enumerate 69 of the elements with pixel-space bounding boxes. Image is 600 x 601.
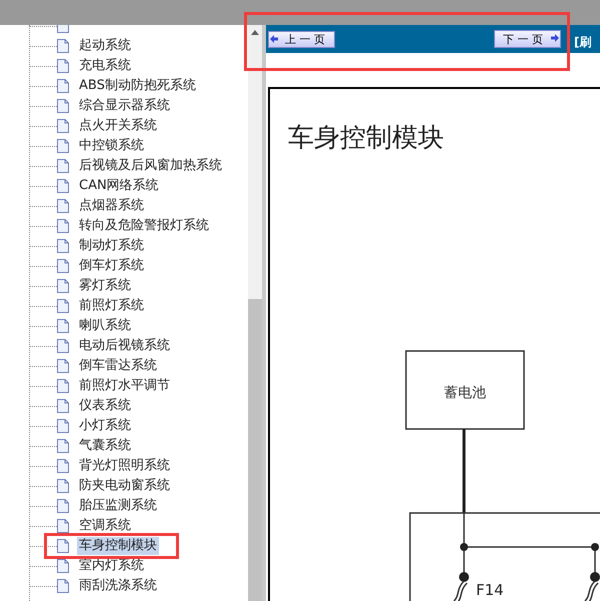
document-icon [57, 259, 69, 273]
tree-item[interactable]: CAN网络系统 [77, 177, 161, 195]
tree-item[interactable]: 后视镜及后风窗加热系统 [77, 157, 224, 175]
tree-item[interactable]: 前照灯系统 [77, 297, 146, 315]
document-icon [57, 479, 69, 493]
tree-item[interactable]: 倒车灯系统 [77, 257, 146, 275]
tree-item[interactable]: 气囊系统 [77, 437, 133, 455]
previous-page-button[interactable]: 上 一 页 [268, 31, 335, 48]
tree-item[interactable]: 空调系统 [77, 517, 133, 535]
document-icon [57, 379, 69, 393]
tree-item[interactable]: 充电系统 [77, 57, 133, 75]
document-icon [57, 179, 69, 193]
document-icon [57, 219, 69, 233]
document-icon [57, 579, 69, 593]
fuse-drawing [453, 572, 469, 601]
scroll-up-icon[interactable] [251, 30, 259, 35]
document-icon [57, 99, 69, 113]
battery-label: 蓄电池 [444, 385, 486, 401]
tree-item[interactable]: 制动灯系统 [77, 237, 146, 255]
refresh-link[interactable]: [刷 [574, 35, 592, 49]
tree-item[interactable]: 电动后视镜系统 [77, 337, 172, 355]
document-icon [57, 339, 69, 353]
document-icon [57, 59, 69, 73]
tree-item[interactable]: 仪表系统 [77, 397, 133, 415]
tree-item[interactable]: 胎压监测系统 [77, 497, 159, 515]
fuse-label: F14 [476, 581, 504, 599]
scrollbar-thumb[interactable] [248, 299, 262, 601]
tree-item[interactable]: 点烟器系统 [77, 197, 146, 215]
arrow-right-icon [551, 34, 559, 42]
tree-item[interactable]: 防夹电动窗系统 [77, 477, 172, 495]
tree-item[interactable]: 背光灯照明系统 [77, 457, 172, 475]
document-icon [57, 79, 69, 93]
document-icon [57, 499, 69, 513]
document-title: 车身控制模块 [288, 122, 444, 155]
junction-dot [460, 543, 468, 551]
fuse-drawing [584, 572, 600, 601]
document-icon [57, 239, 69, 253]
document-icon [57, 519, 69, 533]
tree-item[interactable]: 喇叭系统 [77, 317, 133, 335]
document-icon [57, 419, 69, 433]
tree-item[interactable]: 雾灯系统 [77, 277, 133, 295]
junction-dot [591, 543, 599, 551]
tree-item[interactable]: 转向及危险警报灯系统 [77, 217, 211, 235]
document-icon [57, 459, 69, 473]
next-page-button[interactable]: 下 一 页 [494, 30, 561, 48]
document-icon [57, 359, 69, 373]
document-icon [57, 199, 69, 213]
tree-item[interactable]: 起动系统 [77, 37, 133, 55]
document-icon [57, 319, 69, 333]
tree-item[interactable]: ABS制动防抱死系统 [77, 77, 198, 95]
tree-item[interactable]: 点火开关系统 [77, 117, 159, 135]
document-icon [57, 299, 69, 313]
document-icon [57, 399, 69, 413]
arrow-left-icon [270, 35, 278, 43]
document-icon [57, 39, 69, 53]
document-icon [57, 539, 69, 553]
tree-item[interactable]: 前照灯水平调节 [77, 377, 172, 395]
document-icon [57, 119, 69, 133]
tree-item[interactable]: 雨刮洗涤系统 [77, 577, 159, 595]
document-icon [57, 279, 69, 293]
tree-item[interactable]: 倒车雷达系统 [77, 357, 159, 375]
tree-item[interactable]: 车身控制模块 [77, 537, 159, 555]
tree-item[interactable]: 综合显示器系统 [77, 97, 172, 115]
tree-item[interactable]: 小灯系统 [77, 417, 133, 435]
document-icon [57, 439, 69, 453]
document-icon [57, 559, 69, 573]
document-icon [57, 139, 69, 153]
document-icon [57, 159, 69, 173]
tree-item[interactable]: 中控锁系统 [77, 137, 146, 155]
